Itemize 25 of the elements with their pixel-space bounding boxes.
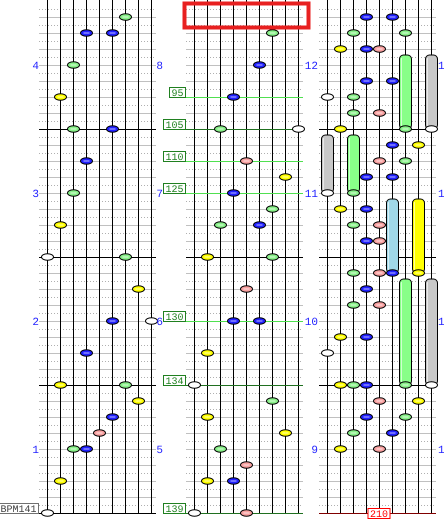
measure-number: 1 xyxy=(32,445,39,457)
measure-number: 1 xyxy=(438,61,444,73)
measure-number: 7 xyxy=(156,189,163,201)
bpm-label: 125 xyxy=(163,183,186,196)
bpm-label: 130 xyxy=(163,311,186,324)
bpm-label: 105 xyxy=(163,119,186,132)
measure-number: 2 xyxy=(32,317,39,329)
bpm-label: 95 xyxy=(169,87,186,100)
measure-number: 10 xyxy=(304,317,318,329)
measure-number: 6 xyxy=(156,317,163,329)
measure-number: 8 xyxy=(156,61,163,73)
measure-number: 11 xyxy=(304,189,318,201)
measure-number: 12 xyxy=(304,61,318,73)
measure-number: 1 xyxy=(438,317,444,329)
bpm-label: 110 xyxy=(163,151,186,164)
measure-number: 9 xyxy=(311,445,318,457)
bpm-label: BPM141 xyxy=(0,503,39,516)
measure-number: 1 xyxy=(438,189,444,201)
measure-number: 3 xyxy=(32,189,39,201)
bpm-label: 134 xyxy=(163,375,186,388)
measure-number: 4 xyxy=(32,61,39,73)
stop-label: 210 xyxy=(368,508,390,521)
bpm-label: 139 xyxy=(163,503,186,516)
measure-number: 1 xyxy=(438,445,444,457)
measure-number: 5 xyxy=(156,445,163,457)
